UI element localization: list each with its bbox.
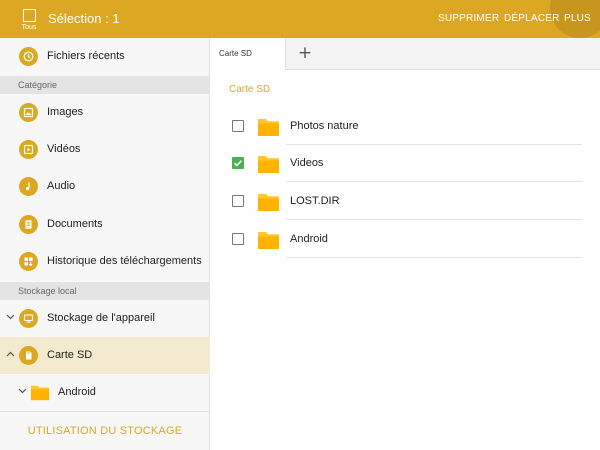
tab-bar: Carte SD + (210, 38, 600, 70)
sidebar: Fichiers récents Catégorie Images Vidéos… (0, 38, 210, 450)
sidebar-item-images[interactable]: Images (0, 94, 210, 131)
sidebar-item-device-storage[interactable]: Stockage de l'appareil (0, 300, 210, 337)
breadcrumb[interactable]: Carte SD (229, 84, 270, 95)
delete-button[interactable]: SUPPRIMER (438, 13, 499, 24)
music-note-icon (19, 177, 38, 196)
sidebar-item-audio[interactable]: Audio (0, 168, 210, 205)
sidebar-item-label: Android (58, 386, 96, 398)
chevron-down-icon[interactable] (6, 314, 15, 320)
sidebar-item-label: Stockage de l'appareil (47, 312, 155, 324)
sidebar-item-label: Images (47, 106, 84, 118)
device-icon (19, 309, 38, 328)
selection-toolbar: Tous Sélection : 1 SUPPRIMER DÉPLACER PL… (0, 0, 600, 38)
list-item[interactable]: LOST.DIR (210, 183, 600, 220)
file-name: Android (290, 233, 328, 245)
chevron-down-icon[interactable] (18, 388, 27, 394)
folder-icon (258, 156, 279, 173)
category-section-header: Catégorie (0, 76, 210, 94)
more-button[interactable]: PLUS (564, 13, 591, 24)
list-item[interactable]: Videos (210, 145, 600, 182)
document-icon (19, 215, 38, 234)
sidebar-tree-item-android[interactable]: Android (0, 374, 210, 411)
sidebar-item-documents[interactable]: Documents (0, 206, 210, 243)
row-divider (286, 181, 582, 182)
sidebar-item-label: Carte SD (47, 349, 93, 361)
storage-usage-button[interactable]: UTILISATION DU STOCKAGE (0, 412, 210, 450)
plus-icon[interactable]: + (294, 42, 316, 64)
file-name: Photos nature (290, 120, 359, 132)
item-checkbox[interactable] (232, 120, 244, 132)
selection-count-title: Sélection : 1 (48, 11, 120, 26)
sidebar-item-label: Audio (47, 180, 76, 192)
sidebar-item-label: Documents (47, 218, 103, 230)
sd-card-icon (19, 346, 38, 365)
folder-icon (258, 232, 279, 249)
sidebar-item-recent-files[interactable]: Fichiers récents (0, 38, 210, 75)
tab-sd-card[interactable]: Carte SD (210, 38, 286, 70)
row-divider (286, 219, 582, 220)
move-button[interactable]: DÉPLACER (504, 13, 560, 24)
file-name: LOST.DIR (290, 195, 340, 207)
sidebar-item-videos[interactable]: Vidéos (0, 131, 210, 168)
sidebar-item-download-history[interactable]: Historique des téléchargements (0, 243, 210, 280)
select-all-button[interactable]: Tous (14, 5, 44, 35)
item-checkbox[interactable] (232, 233, 244, 245)
sidebar-item-sd-card[interactable]: Carte SD (0, 337, 210, 374)
item-checkbox[interactable] (232, 195, 244, 207)
row-divider (286, 257, 582, 258)
sidebar-item-label: Historique des téléchargements (47, 255, 202, 267)
list-item[interactable]: Photos nature (210, 108, 600, 145)
folder-icon (258, 194, 279, 211)
folder-icon (31, 385, 49, 401)
tab-label: Carte SD (219, 49, 252, 58)
local-storage-section-header: Stockage local (0, 282, 210, 300)
sidebar-item-label: Vidéos (47, 143, 81, 155)
chevron-up-icon[interactable] (6, 351, 15, 357)
section-header-label: Catégorie (18, 80, 58, 90)
select-all-checkbox[interactable] (22, 9, 36, 22)
sidebar-item-label: Fichiers récents (47, 50, 125, 62)
file-name: Videos (290, 157, 324, 169)
list-item[interactable]: Android (210, 221, 600, 258)
clock-icon (19, 47, 38, 66)
select-all-label: Tous (21, 24, 37, 31)
item-checkbox-checked[interactable] (232, 157, 244, 169)
download-history-icon (19, 252, 38, 271)
video-icon (19, 140, 38, 159)
image-icon (19, 103, 38, 122)
checkmark-icon (233, 160, 243, 167)
section-header-label: Stockage local (18, 286, 77, 296)
folder-icon (258, 119, 279, 136)
